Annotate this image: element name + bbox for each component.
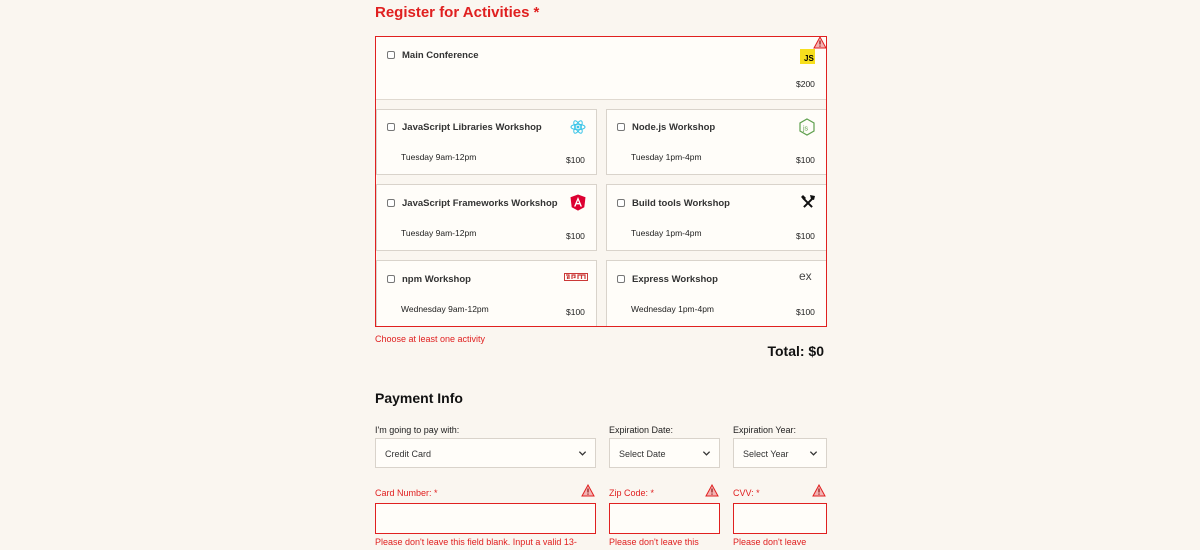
svg-text:js: js (802, 126, 809, 133)
payment-method-select[interactable]: Credit Card (375, 438, 596, 468)
activity-express[interactable]: Express Workshop ex Wednesday 1pm-4pm $1… (606, 260, 826, 326)
activities-error: Choose at least one activity (375, 334, 486, 344)
warning-icon (812, 484, 826, 497)
svg-text:ex: ex (799, 270, 812, 282)
payment-method-label: I'm going to pay with: (375, 425, 460, 435)
nodejs-price: $100 (796, 155, 815, 165)
exp-date-label: Expiration Date: (609, 425, 674, 435)
npm-label: npm Workshop (402, 274, 471, 285)
express-time: Wednesday 1pm-4pm (631, 304, 714, 314)
activity-main-conference[interactable]: Main Conference JS $200 (376, 37, 826, 100)
cvv-label: CVV: * (733, 488, 760, 498)
activity-js-libraries[interactable]: JavaScript Libraries Workshop Tuesday 9a… (376, 109, 597, 175)
js-frameworks-price: $100 (566, 231, 585, 241)
activities-title-text: Register for Activities (375, 4, 530, 21)
tools-icon (801, 195, 815, 208)
js-libraries-label: JavaScript Libraries Workshop (402, 122, 542, 133)
js-frameworks-checkbox[interactable] (387, 199, 395, 207)
required-mark: * (533, 4, 540, 21)
activity-nodejs[interactable]: Node.js Workshop js Tuesday 1pm-4pm $100 (606, 109, 826, 175)
exp-date-select[interactable]: Select Date (609, 438, 720, 468)
cvv-input[interactable] (733, 503, 827, 534)
nodejs-checkbox[interactable] (617, 123, 625, 131)
js-libraries-checkbox[interactable] (387, 123, 395, 131)
angular-icon (570, 194, 586, 211)
chevron-down-icon (578, 451, 587, 456)
js-libraries-price: $100 (566, 155, 585, 165)
total-cost: Total: $0 (767, 343, 824, 359)
nodejs-icon: js (799, 118, 815, 136)
exp-year-select[interactable]: Select Year (733, 438, 827, 468)
activities-title: Register for Activities * (375, 4, 539, 21)
activity-build-tools[interactable]: Build tools Workshop Tuesday 1pm-4pm $10… (606, 184, 826, 251)
zip-code-input[interactable] (609, 503, 720, 534)
main-conference-label: Main Conference (402, 50, 479, 61)
card-number-error: Please don't leave this field blank. Inp… (375, 537, 577, 547)
payment-method-value: Credit Card (385, 449, 432, 459)
build-tools-time: Tuesday 1pm-4pm (631, 228, 702, 238)
express-checkbox[interactable] (617, 275, 625, 283)
exp-date-value: Select Date (619, 449, 666, 459)
npm-checkbox[interactable] (387, 275, 395, 283)
cvv-error: Please don't leave (733, 537, 807, 547)
build-tools-checkbox[interactable] (617, 199, 625, 207)
activity-npm[interactable]: npm Workshop Wednesday 9am-12pm $100 (376, 260, 597, 326)
build-tools-label: Build tools Workshop (632, 198, 730, 209)
zip-code-error: Please don't leave this (609, 537, 699, 547)
main-conference-price: $200 (796, 79, 815, 89)
activities-box: Main Conference JS $200 JavaScript Libra… (375, 36, 827, 327)
nodejs-time: Tuesday 1pm-4pm (631, 152, 702, 162)
activity-js-frameworks[interactable]: JavaScript Frameworks Workshop Tuesday 9… (376, 184, 597, 251)
npm-time: Wednesday 9am-12pm (401, 304, 489, 314)
chevron-down-icon (702, 451, 711, 456)
js-logo-icon: JS (800, 49, 815, 64)
warning-icon (581, 484, 595, 497)
js-libraries-time: Tuesday 9am-12pm (401, 152, 477, 162)
exp-year-label: Expiration Year: (733, 425, 797, 435)
react-icon (570, 120, 586, 134)
main-conference-checkbox[interactable] (387, 51, 395, 59)
card-number-input[interactable] (375, 503, 596, 534)
card-number-label: Card Number: * (375, 488, 438, 498)
express-price: $100 (796, 307, 815, 317)
svg-text:JS: JS (804, 54, 814, 63)
payment-title: Payment Info (375, 390, 463, 406)
warning-icon (705, 484, 719, 497)
express-label: Express Workshop (632, 274, 718, 285)
express-icon: ex (799, 270, 812, 282)
npm-price: $100 (566, 307, 585, 317)
build-tools-price: $100 (796, 231, 815, 241)
nodejs-label: Node.js Workshop (632, 122, 716, 133)
js-frameworks-label: JavaScript Frameworks Workshop (402, 198, 558, 209)
zip-code-label: Zip Code: * (609, 488, 655, 498)
npm-icon (564, 273, 588, 281)
warning-icon (813, 37, 826, 49)
chevron-down-icon (809, 451, 818, 456)
exp-year-value: Select Year (743, 449, 789, 459)
js-frameworks-time: Tuesday 9am-12pm (401, 228, 477, 238)
